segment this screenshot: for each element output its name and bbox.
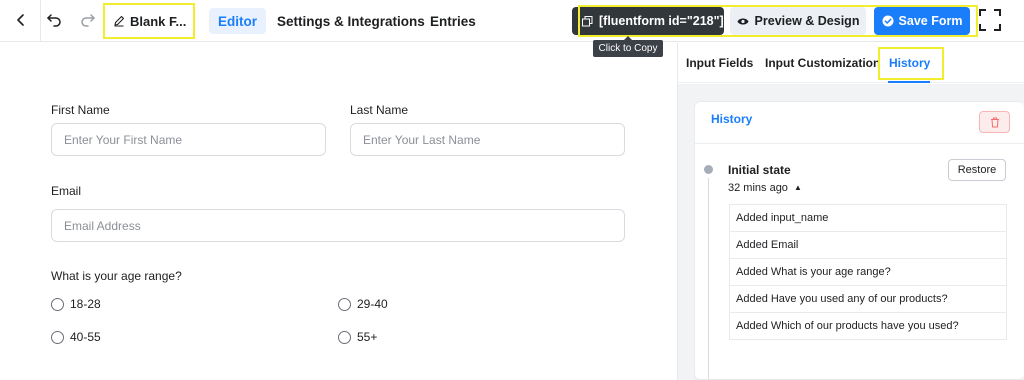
history-changes-list: Added input_name Added Email Added What … (729, 204, 1007, 340)
timeline-dot (704, 165, 713, 174)
last-name-label: Last Name (350, 103, 409, 117)
history-card: History Initial state 32 mins ago ▲ Rest… (694, 101, 1024, 380)
redo-icon[interactable] (76, 8, 100, 32)
radio-circle (338, 297, 351, 311)
form-editor-canvas: First Name Enter Your First Name Last Na… (0, 43, 677, 380)
caret-up-icon: ▲ (794, 183, 802, 192)
clear-history-button[interactable] (979, 111, 1010, 133)
age-option-18-28[interactable]: 18-28 (51, 297, 101, 311)
radio-circle (51, 297, 64, 311)
tab-input-fields[interactable]: Input Fields (686, 56, 753, 70)
trash-icon (990, 117, 999, 127)
form-title-text: Blank F... (130, 13, 187, 29)
history-header-divider (695, 143, 1024, 144)
undo-icon[interactable] (42, 8, 66, 32)
history-state-name: Initial state (728, 163, 791, 177)
tab-input-customization[interactable]: Input Customization (765, 56, 880, 70)
age-option-55-plus[interactable]: 55+ (338, 330, 377, 344)
list-item: Added Which of our products have you use… (730, 313, 1006, 340)
email-label: Email (51, 184, 82, 198)
fullscreen-icon[interactable] (979, 9, 1001, 31)
history-state-time-text: 32 mins ago (728, 182, 788, 194)
list-item: Added input_name (730, 205, 1006, 232)
form-title[interactable]: Blank F... (103, 3, 195, 39)
panel-tabs: Input Fields Input Customization History (678, 43, 1024, 83)
back-chevron-icon[interactable] (9, 8, 33, 32)
history-tab-highlight (878, 47, 944, 80)
radio-circle (51, 330, 64, 344)
list-item: Added Have you used any of our products? (730, 286, 1006, 313)
radio-circle (338, 330, 351, 344)
age-option-29-40[interactable]: 29-40 (338, 297, 388, 311)
history-title: History (711, 112, 753, 126)
last-name-input[interactable]: Enter Your Last Name (350, 123, 625, 156)
list-item: Added What is your age range? (730, 259, 1006, 286)
age-option-label: 29-40 (357, 297, 388, 311)
age-range-label: What is your age range? (51, 269, 182, 283)
list-item: Added Email (730, 232, 1006, 259)
toolbar-divider (40, 0, 41, 42)
tab-settings-integrations[interactable]: Settings & Integrations (268, 8, 434, 34)
active-tab-underline (888, 81, 930, 83)
age-option-label: 55+ (357, 330, 378, 344)
email-input[interactable]: Email Address (51, 209, 625, 242)
age-option-label: 40-55 (70, 330, 101, 344)
first-name-input[interactable]: Enter Your First Name (51, 123, 326, 156)
top-toolbar: Blank F... Editor Settings & Integration… (0, 0, 1024, 42)
restore-button[interactable]: Restore (948, 159, 1006, 181)
tab-editor[interactable]: Editor (209, 8, 266, 34)
history-state-time[interactable]: 32 mins ago ▲ (728, 182, 802, 194)
age-option-label: 18-28 (70, 297, 101, 311)
action-group-highlight (578, 5, 978, 37)
pencil-icon (114, 15, 125, 27)
tab-entries[interactable]: Entries (421, 8, 485, 34)
age-option-40-55[interactable]: 40-55 (51, 330, 101, 344)
timeline-line (708, 178, 709, 379)
first-name-label: First Name (51, 103, 110, 117)
